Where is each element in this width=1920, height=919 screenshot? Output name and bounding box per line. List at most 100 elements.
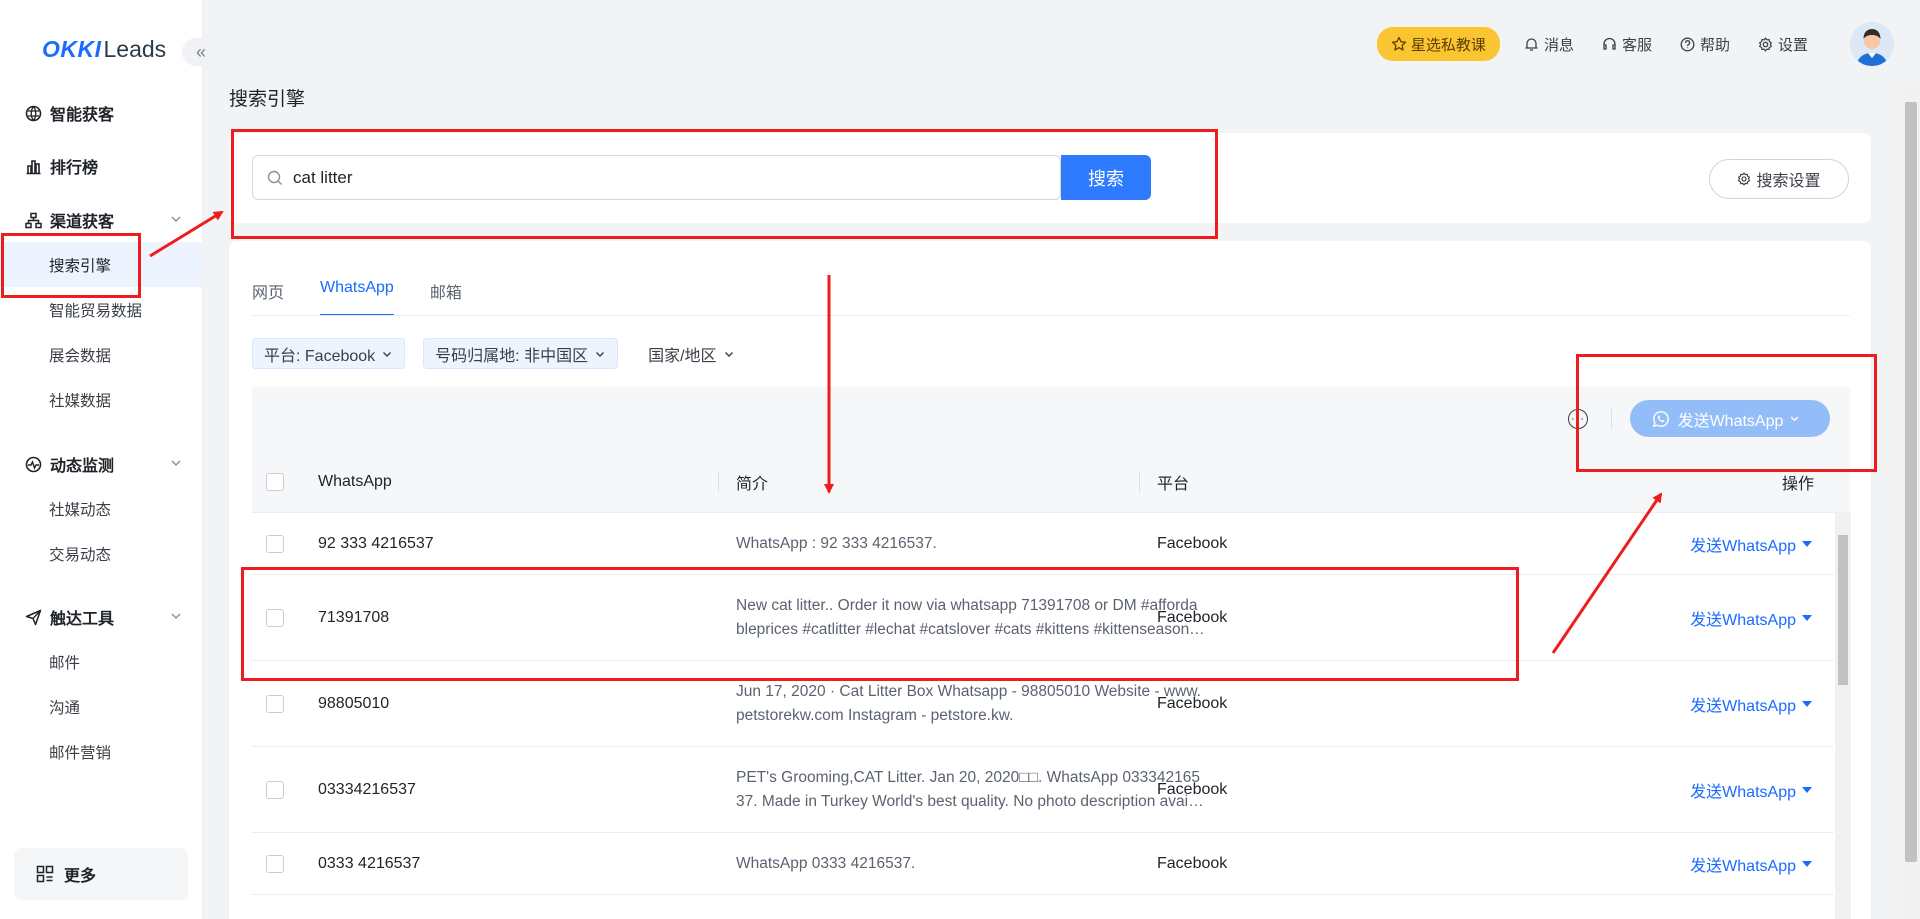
tab-web[interactable]: 网页 (252, 279, 284, 316)
chevron-down-icon (171, 460, 181, 467)
more-options-icon[interactable]: ··· (1568, 409, 1588, 429)
table-row: 03334216537 PET's Grooming,CAT Litter. J… (252, 747, 1834, 833)
help-link[interactable]: 帮助 (1680, 34, 1730, 55)
row-send-whatsapp-link[interactable]: 发送WhatsApp (1690, 513, 1812, 574)
caret-down-icon (1802, 700, 1812, 707)
nav-item-ai-leads[interactable]: 智能获客 (0, 91, 203, 135)
table-scroll-thumb[interactable] (1838, 535, 1848, 685)
sidebar-item-social-trends[interactable]: 社媒动态 (0, 486, 203, 531)
bulk-send-whatsapp-button[interactable]: 发送WhatsApp (1630, 400, 1830, 437)
row-platform: Facebook (1157, 534, 1228, 552)
row-desc-line: bleprices #catlitter #lechat #catslover … (736, 620, 1205, 638)
more-button[interactable]: 更多 (14, 848, 188, 900)
pulse-icon (24, 455, 42, 473)
row-number: 0333 4216537 (318, 854, 421, 872)
row-desc-line: 37. Made in Turkey World's best quality.… (736, 792, 1204, 810)
search-button[interactable]: 搜索 (1061, 155, 1151, 200)
column-separator (718, 472, 719, 492)
support-link[interactable]: 客服 (1602, 34, 1652, 55)
caret-down-icon (1802, 786, 1812, 793)
gear-icon (1738, 172, 1751, 186)
table-scrollbar[interactable] (1835, 513, 1851, 919)
nav-item-label: 动态监测 (50, 458, 115, 475)
row-checkbox[interactable] (266, 694, 284, 713)
search-box[interactable] (252, 155, 1061, 200)
sidebar-item-email-marketing[interactable]: 邮件营销 (0, 729, 203, 774)
help-icon (1680, 37, 1695, 51)
sidebar: OKKI Leads « 智能获客 排行榜 渠道获客 搜索引擎 智能贸易数据 展… (0, 0, 220, 919)
row-desc-line: WhatsApp : 92 333 4216537. (736, 534, 937, 552)
nav-item-channels[interactable]: 渠道获客 (0, 198, 203, 242)
sidebar-item-mail[interactable]: 邮件 (0, 639, 203, 684)
tab-whatsapp[interactable]: WhatsApp (320, 279, 394, 316)
globe-icon (24, 104, 42, 122)
page-scrollbar[interactable] (1902, 82, 1920, 919)
messages-link[interactable]: 消息 (1524, 34, 1574, 55)
country-filter[interactable]: 国家/地区 (636, 338, 746, 369)
nav-item-label: 智能获客 (50, 107, 115, 124)
more-label: 更多 (64, 868, 97, 885)
nav-item-ranking[interactable]: 排行榜 (0, 144, 203, 188)
page-scroll-thumb[interactable] (1905, 102, 1917, 862)
row-send-label: 发送WhatsApp (1690, 697, 1796, 715)
sidebar-item-expo-data[interactable]: 展会数据 (0, 332, 203, 377)
nav-group-ranking: 排行榜 (0, 144, 203, 188)
sidebar-item-communication[interactable]: 沟通 (0, 684, 203, 729)
row-platform: Facebook (1157, 694, 1228, 712)
sidebar-item-search-engine[interactable]: 搜索引擎 (0, 242, 203, 287)
tab-email[interactable]: 邮箱 (430, 279, 462, 316)
row-checkbox[interactable] (266, 780, 284, 799)
nav-item-label: 渠道获客 (50, 214, 115, 231)
region-filter[interactable]: 号码归属地: 非中国区 (423, 338, 619, 369)
page-title: 搜索引擎 (229, 89, 306, 110)
result-tabs: 网页 WhatsApp 邮箱 (252, 279, 498, 316)
region-filter-label: 号码归属地: 非中国区 (435, 347, 589, 365)
row-platform: Facebook (1157, 854, 1228, 872)
row-send-whatsapp-link[interactable]: 发送WhatsApp (1690, 833, 1812, 894)
caret-down-icon (1802, 540, 1812, 547)
row-checkbox[interactable] (266, 854, 284, 873)
search-input[interactable] (293, 167, 893, 188)
settings-link[interactable]: 设置 (1758, 34, 1808, 55)
sidebar-item-social-data[interactable]: 社媒数据 (0, 377, 203, 422)
collapse-sidebar-button[interactable]: « (182, 38, 220, 66)
sidebar-item-trade-trends[interactable]: 交易动态 (0, 531, 203, 576)
promo-button[interactable]: 星选私教课 (1376, 27, 1500, 61)
toolbar-divider (1611, 409, 1612, 429)
network-icon (24, 211, 42, 229)
avatar[interactable] (1850, 22, 1894, 66)
caret-down-icon (1802, 860, 1812, 867)
sidebar-item-trade-data[interactable]: 智能贸易数据 (0, 287, 203, 332)
promo-label: 星选私教课 (1410, 36, 1486, 54)
tabs-divider (252, 315, 1850, 316)
column-header-action: 操作 (1781, 475, 1814, 493)
bell-icon (1525, 37, 1538, 51)
column-separator (1139, 472, 1140, 492)
nav-item-label: 排行榜 (50, 160, 99, 177)
logo-main: OKKI (42, 36, 102, 62)
column-header-desc: 简介 (736, 475, 769, 493)
table-row: 0333 4216537 WhatsApp 0333 4216537. Face… (252, 833, 1834, 895)
support-label: 客服 (1621, 36, 1652, 54)
row-send-whatsapp-link[interactable]: 发送WhatsApp (1690, 575, 1812, 660)
row-checkbox[interactable] (266, 608, 284, 627)
row-desc-line: petstorekw.com Instagram - petstore.kw. (736, 706, 1014, 724)
nav-item-monitor[interactable]: 动态监测 (0, 442, 203, 486)
country-filter-label: 国家/地区 (648, 347, 717, 365)
row-send-label: 发送WhatsApp (1690, 783, 1796, 801)
row-checkbox[interactable] (266, 534, 284, 553)
nav-item-reach[interactable]: 触达工具 (0, 595, 203, 639)
platform-filter[interactable]: 平台: Facebook (252, 338, 406, 369)
grid-icon (36, 865, 54, 883)
row-number: 92 333 4216537 (318, 534, 434, 552)
row-send-whatsapp-link[interactable]: 发送WhatsApp (1690, 661, 1812, 746)
search-settings-button[interactable]: 搜索设置 (1709, 159, 1849, 199)
select-all-checkbox[interactable] (266, 472, 284, 491)
gear-icon (1758, 36, 1773, 52)
row-desc-line: New cat litter.. Order it now via whatsa… (736, 596, 1198, 614)
bulk-send-label: 发送WhatsApp (1677, 412, 1784, 430)
help-label: 帮助 (1699, 36, 1730, 54)
top-toolbar: 星选私教课 消息 客服 帮助 设置 (1376, 22, 1894, 66)
row-desc: New cat litter.. Order it now via whatsa… (736, 575, 1216, 660)
row-send-whatsapp-link[interactable]: 发送WhatsApp (1690, 747, 1812, 832)
